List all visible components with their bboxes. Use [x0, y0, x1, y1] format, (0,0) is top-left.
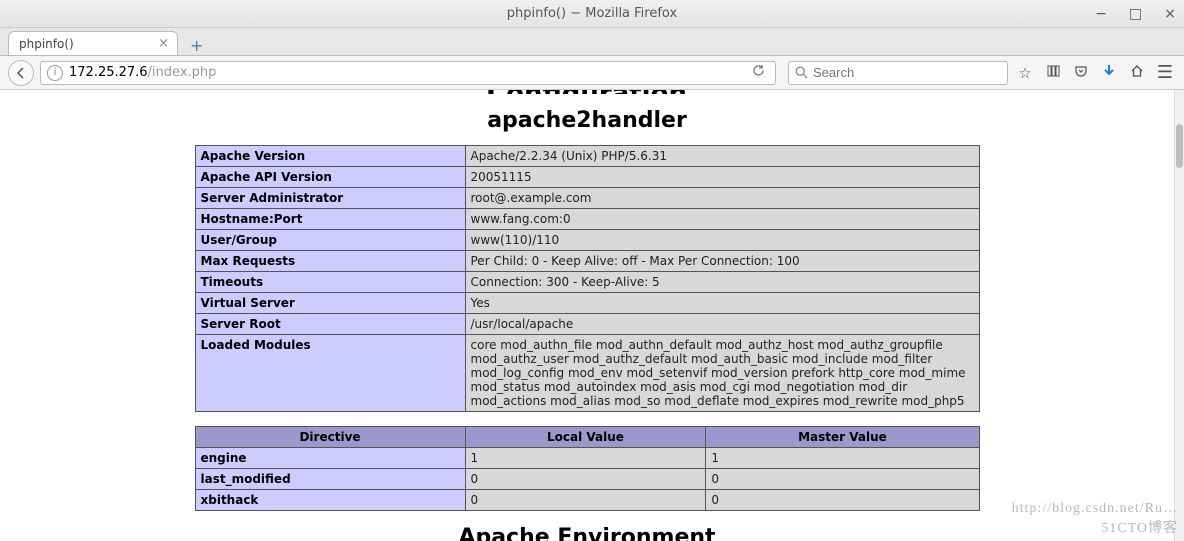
- info-value: root@.example.com: [465, 188, 979, 209]
- info-value: 20051115: [465, 167, 979, 188]
- local-value: 1: [465, 448, 706, 469]
- content-scroll-area[interactable]: Configuration apache2handler Apache Vers…: [0, 90, 1174, 541]
- vertical-scrollbar[interactable]: [1174, 90, 1184, 541]
- window-minimize-button[interactable]: −: [1095, 6, 1107, 22]
- info-key: Hostname:Port: [195, 209, 465, 230]
- local-value: 0: [465, 490, 706, 511]
- reload-button[interactable]: [752, 64, 765, 81]
- reload-icon: [752, 64, 765, 77]
- window-title: phpinfo() − Mozilla Firefox: [507, 6, 677, 21]
- table-header-row: Directive Local Value Master Value: [195, 427, 979, 448]
- truncated-heading: Configuration: [195, 90, 980, 94]
- back-button[interactable]: [8, 60, 34, 86]
- window-close-button[interactable]: ×: [1164, 6, 1176, 22]
- directive-name: xbithack: [195, 490, 465, 511]
- col-directive: Directive: [195, 427, 465, 448]
- browser-tab[interactable]: phpinfo() ×: [8, 31, 178, 55]
- info-key: Virtual Server: [195, 293, 465, 314]
- url-path: /index.php: [148, 65, 217, 80]
- table-row: Server Administratorroot@.example.com: [195, 188, 979, 209]
- table-row: Loaded Modulescore mod_authn_file mod_au…: [195, 335, 979, 412]
- section-heading-apache-environment: Apache Environment: [195, 525, 980, 541]
- new-tab-button[interactable]: +: [184, 36, 209, 55]
- local-value: 0: [465, 469, 706, 490]
- page-content: Configuration apache2handler Apache Vers…: [0, 90, 1174, 541]
- table-row: TimeoutsConnection: 300 - Keep-Alive: 5: [195, 272, 979, 293]
- search-input[interactable]: [813, 65, 1001, 80]
- home-button[interactable]: [1126, 64, 1148, 82]
- browser-toolbar: i 172.25.27.6/index.php ☆ ☰: [0, 56, 1184, 90]
- info-value: Per Child: 0 - Keep Alive: off - Max Per…: [465, 251, 979, 272]
- download-icon: [1102, 64, 1116, 78]
- scrollbar-thumb[interactable]: [1176, 124, 1183, 168]
- info-key: Apache Version: [195, 146, 465, 167]
- tab-title: phpinfo(): [19, 37, 74, 51]
- pocket-button[interactable]: [1070, 64, 1092, 82]
- table-row: User/Groupwww(110)/110: [195, 230, 979, 251]
- directive-name: engine: [195, 448, 465, 469]
- hamburger-menu-button[interactable]: ☰: [1154, 62, 1176, 83]
- bookmark-star-button[interactable]: ☆: [1014, 64, 1036, 82]
- info-key: Server Root: [195, 314, 465, 335]
- directives-table: Directive Local Value Master Value engin…: [195, 426, 980, 511]
- col-master-value: Master Value: [706, 427, 979, 448]
- url-host: 172.25.27.6: [69, 65, 148, 80]
- table-row: Server Root/usr/local/apache: [195, 314, 979, 335]
- library-icon: [1046, 64, 1060, 78]
- col-local-value: Local Value: [465, 427, 706, 448]
- info-key: Server Administrator: [195, 188, 465, 209]
- table-row: Hostname:Portwww.fang.com:0: [195, 209, 979, 230]
- master-value: 0: [706, 469, 979, 490]
- url-bar[interactable]: i 172.25.27.6/index.php: [40, 61, 776, 85]
- info-value: www.fang.com:0: [465, 209, 979, 230]
- table-row: Virtual ServerYes: [195, 293, 979, 314]
- info-key: Apache API Version: [195, 167, 465, 188]
- pocket-icon: [1074, 64, 1088, 78]
- table-row: last_modified00: [195, 469, 979, 490]
- table-row: Max RequestsPer Child: 0 - Keep Alive: o…: [195, 251, 979, 272]
- library-button[interactable]: [1042, 64, 1064, 82]
- table-row: engine11: [195, 448, 979, 469]
- site-info-icon[interactable]: i: [47, 65, 63, 81]
- window-titlebar: phpinfo() − Mozilla Firefox − □ ×: [0, 0, 1184, 28]
- info-value: Apache/2.2.34 (Unix) PHP/5.6.31: [465, 146, 979, 167]
- search-icon: [795, 66, 808, 79]
- apache2handler-table: Apache VersionApache/2.2.34 (Unix) PHP/5…: [195, 145, 980, 412]
- info-key: Timeouts: [195, 272, 465, 293]
- arrow-left-icon: [15, 67, 27, 79]
- master-value: 1: [706, 448, 979, 469]
- info-value: Yes: [465, 293, 979, 314]
- window-maximize-button[interactable]: □: [1129, 6, 1142, 22]
- table-row: Apache VersionApache/2.2.34 (Unix) PHP/5…: [195, 146, 979, 167]
- home-icon: [1130, 64, 1144, 78]
- table-row: xbithack00: [195, 490, 979, 511]
- table-row: Apache API Version20051115: [195, 167, 979, 188]
- master-value: 0: [706, 490, 979, 511]
- info-key: Loaded Modules: [195, 335, 465, 412]
- section-heading-apache2handler: apache2handler: [195, 108, 980, 133]
- info-value: Connection: 300 - Keep-Alive: 5: [465, 272, 979, 293]
- downloads-button[interactable]: [1098, 64, 1120, 82]
- directive-name: last_modified: [195, 469, 465, 490]
- tab-close-button[interactable]: ×: [158, 36, 169, 51]
- info-key: User/Group: [195, 230, 465, 251]
- search-bar[interactable]: [788, 61, 1008, 85]
- watermark: http://blog.csdn.net/Ru…51CTO博客: [1012, 501, 1178, 537]
- info-value: www(110)/110: [465, 230, 979, 251]
- tab-bar: phpinfo() × +: [0, 28, 1184, 56]
- info-value: core mod_authn_file mod_authn_default mo…: [465, 335, 979, 412]
- info-value: /usr/local/apache: [465, 314, 979, 335]
- info-key: Max Requests: [195, 251, 465, 272]
